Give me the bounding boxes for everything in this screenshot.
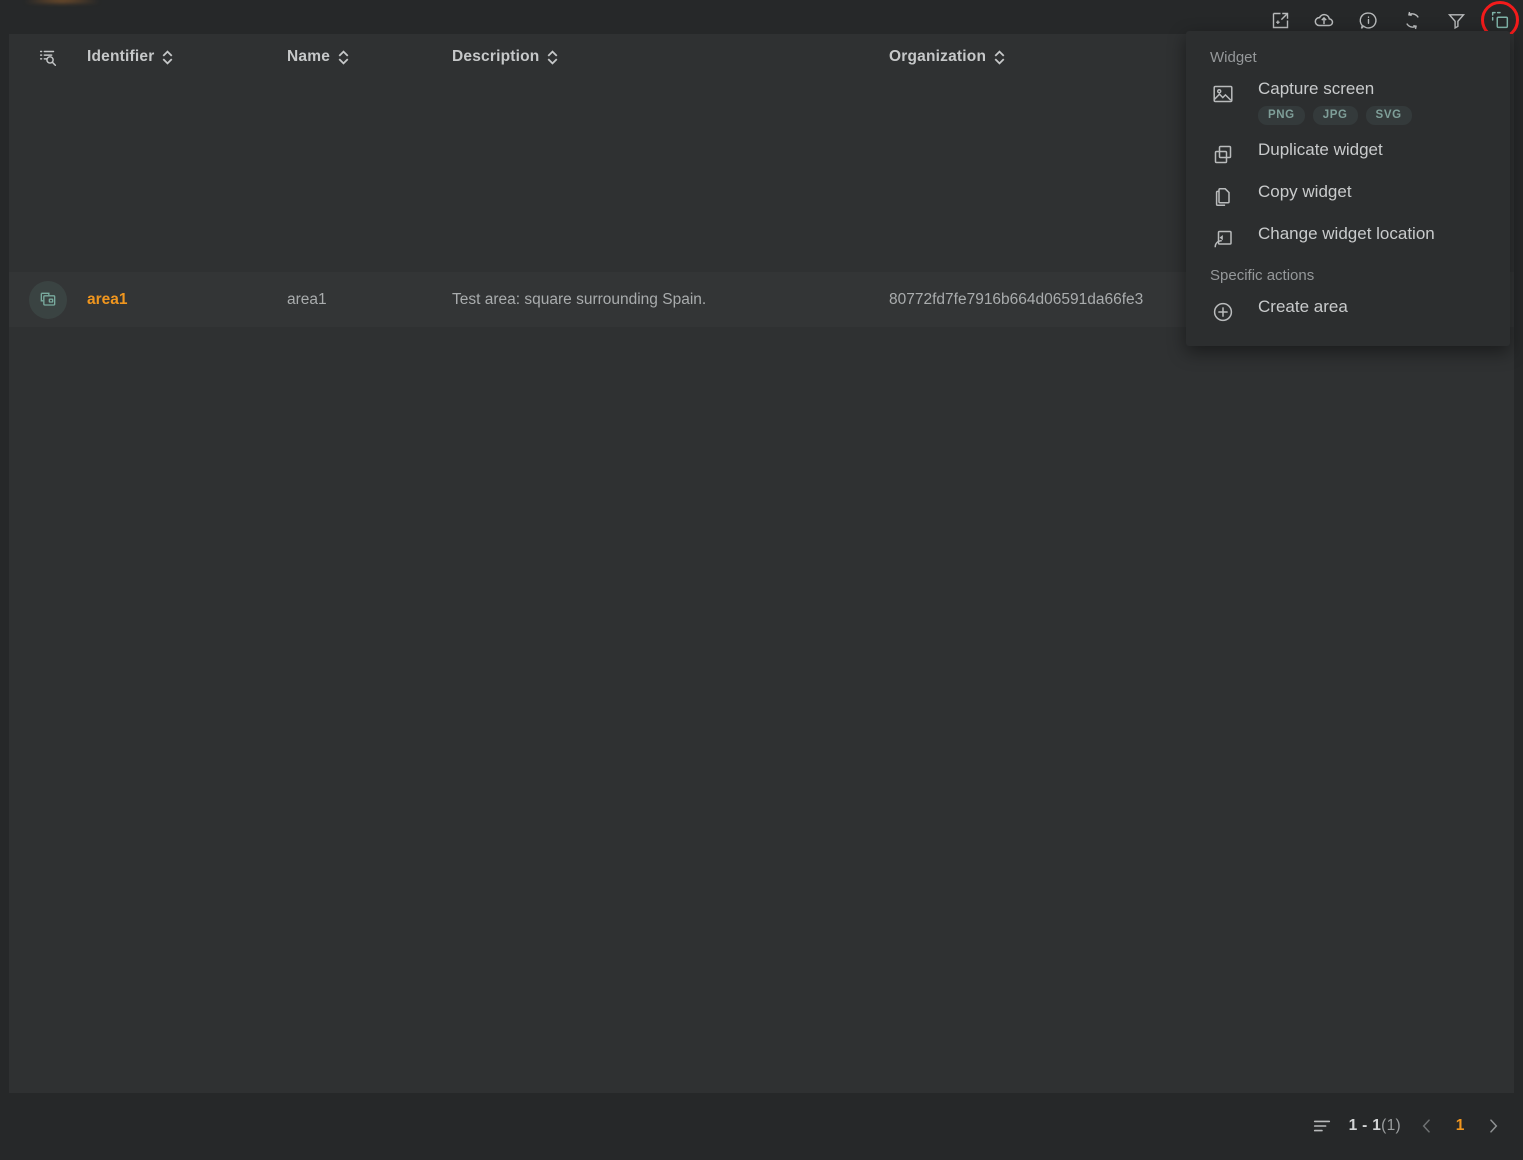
sort-toggle-icon[interactable] [161, 49, 174, 66]
image-icon [1210, 80, 1236, 106]
sort-toggle-icon[interactable] [337, 49, 350, 66]
capture-format-chips: PNG JPG SVG [1258, 105, 1412, 125]
sort-toggle-icon[interactable] [993, 49, 1006, 66]
layers-copy-icon[interactable] [29, 280, 67, 319]
menu-item-body: Capture screen PNG JPG SVG [1258, 79, 1412, 125]
menu-item-body: Duplicate widget [1258, 139, 1383, 160]
cell-organization: 80772fd7fe7916b664d06591da66fe3 [889, 290, 1144, 308]
menu-item-label: Change widget location [1258, 223, 1435, 243]
chip-svg[interactable]: SVG [1365, 105, 1412, 125]
column-label: Description [452, 48, 540, 65]
menu-group-title-specific-actions: Specific actions [1210, 266, 1315, 284]
column-header-description[interactable]: Description [452, 48, 889, 66]
column-label: Organization [889, 48, 987, 65]
menu-item-duplicate-widget[interactable]: Duplicate widget [1186, 133, 1510, 175]
menu-item-label: Copy widget [1258, 181, 1352, 201]
menu-group-title-widget: Widget [1210, 49, 1257, 66]
column-label: Identifier [87, 48, 155, 65]
chip-png[interactable]: PNG [1258, 105, 1305, 125]
plus-circle-icon [1210, 298, 1236, 324]
chip-jpg[interactable]: JPG [1312, 105, 1358, 125]
app-root: Identifier Name Description Organization… [0, 0, 1523, 1160]
row-icon-cell [9, 280, 87, 319]
pagination-total: (1) [1381, 1117, 1401, 1134]
column-header-identifier[interactable]: Identifier [87, 48, 287, 66]
menu-item-label: Duplicate widget [1258, 139, 1383, 159]
pagination-bar: 1 - 1(1) 1 [1311, 1106, 1503, 1146]
rows-icon[interactable] [1311, 1115, 1333, 1137]
pagination-range-text: 1 - 1 [1348, 1117, 1382, 1134]
widget-actions-menu: Widget Capture screen PNG JPG SVG Duplic… [1186, 31, 1510, 346]
sort-toggle-icon[interactable] [546, 49, 559, 66]
duplicate-icon [1210, 141, 1236, 167]
cell-identifier[interactable]: area1 [87, 291, 287, 309]
cell-name: area1 [287, 290, 327, 308]
move-location-icon [1210, 225, 1236, 251]
menu-item-change-widget-location[interactable]: Change widget location [1186, 217, 1510, 259]
pagination-prev-button[interactable] [1417, 1116, 1437, 1136]
menu-item-label: Create area [1258, 296, 1348, 316]
menu-item-body: Create area [1258, 296, 1348, 317]
column-header-name[interactable]: Name [287, 48, 452, 66]
pagination-current-page[interactable]: 1 [1453, 1117, 1467, 1135]
pagination-next-button[interactable] [1483, 1116, 1503, 1136]
copy-icon [1210, 183, 1236, 209]
menu-item-create-area[interactable]: Create area [1186, 290, 1510, 332]
pagination-range: 1 - 1(1) [1349, 1117, 1401, 1135]
menu-item-body: Change widget location [1258, 223, 1435, 244]
menu-item-capture-screen[interactable]: Capture screen PNG JPG SVG [1186, 72, 1510, 133]
column-label: Name [287, 48, 331, 65]
active-tab-indicator [24, 0, 100, 3]
menu-item-copy-widget[interactable]: Copy widget [1186, 175, 1510, 217]
menu-item-label: Capture screen [1258, 79, 1375, 98]
list-search-icon[interactable] [9, 46, 87, 68]
cell-description: Test area: square surrounding Spain. [452, 290, 707, 308]
column-header-organization[interactable]: Organization [889, 48, 1189, 66]
menu-item-body: Copy widget [1258, 181, 1352, 202]
